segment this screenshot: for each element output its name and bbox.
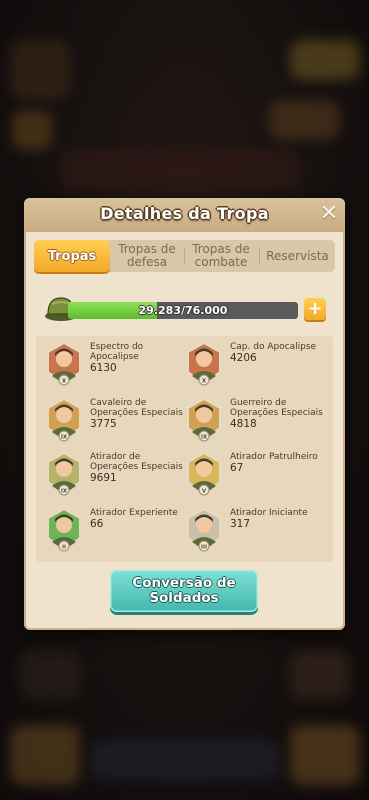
troop-name: Cavaleiro de Operações Especiais xyxy=(90,398,183,418)
troop-info: Atirador Patrulheiro 67 xyxy=(230,452,330,473)
tab-bar: Tropas Tropas de defesa Tropas de combat… xyxy=(34,240,335,272)
troop-info: Cavaleiro de Operações Especiais 3775 xyxy=(90,398,190,429)
rank-label: IX xyxy=(61,435,68,441)
sniper-portrait-icon: V xyxy=(187,452,221,496)
troop-item[interactable]: III Atirador Iniciante 317 xyxy=(186,508,334,564)
troop-info: Atirador de Operações Especiais 9691 xyxy=(90,452,190,483)
capacity-text: 29.283/76.000 xyxy=(138,304,228,317)
troop-name: Atirador Iniciante xyxy=(230,508,308,518)
soldier-portrait-icon: X xyxy=(47,342,81,386)
troop-name: Atirador Patrulheiro xyxy=(230,452,318,462)
troop-name: Atirador de Operações Especiais xyxy=(90,452,183,472)
sniper-portrait-icon: III xyxy=(187,508,221,552)
rank-label: III xyxy=(201,545,207,551)
troop-count: 317 xyxy=(230,518,251,530)
soldier-portrait-icon: IX xyxy=(187,398,221,442)
tab-tropas-de-defesa[interactable]: Tropas de defesa xyxy=(112,240,182,272)
modal-title: Detalhes da Tropa xyxy=(100,204,269,223)
soldier-portrait-icon: X xyxy=(187,342,221,386)
troop-name: Atirador Experiente xyxy=(90,508,178,518)
troop-count: 3775 xyxy=(90,418,117,430)
troop-name: Guerreiro de Operações Especiais xyxy=(230,398,323,418)
rank-label: V xyxy=(202,489,207,495)
troop-count: 6130 xyxy=(90,362,117,374)
rank-label: IX xyxy=(201,435,208,441)
troop-item[interactable]: IX Cavaleiro de Operações Especiais 3775 xyxy=(46,398,194,454)
add-capacity-button[interactable]: + xyxy=(304,298,326,320)
troop-count: 9691 xyxy=(90,472,117,484)
sniper-portrait-icon: IX xyxy=(47,452,81,496)
troop-info: Atirador Experiente 66 xyxy=(90,508,190,529)
troop-item[interactable]: V Atirador Patrulheiro 67 xyxy=(186,452,334,508)
troop-count: 4818 xyxy=(230,418,257,430)
rank-label: IX xyxy=(61,489,68,495)
troop-item[interactable]: X Espectro do Apocalipse 6130 xyxy=(46,342,194,398)
troop-name: Espectro do Apocalipse xyxy=(90,342,144,362)
troop-name: Cap. do Apocalipse xyxy=(230,342,317,352)
troop-details-modal: Detalhes da Tropa ✕ Tropas Tropas de def… xyxy=(24,198,345,630)
tab-tropas[interactable]: Tropas xyxy=(34,240,110,272)
troop-info: Guerreiro de Operações Especiais 4818 xyxy=(230,398,330,429)
troop-list: X Espectro do Apocalipse 6130 X Cap. do Apoc… xyxy=(36,336,333,562)
troop-info: Espectro do Apocalipse 6130 xyxy=(90,342,190,373)
tab-tropas-de-combate[interactable]: Tropas de combate xyxy=(185,240,257,272)
troop-count: 67 xyxy=(230,462,244,474)
tab-reservista[interactable]: Reservista xyxy=(260,240,335,272)
soldier-conversion-button[interactable]: Conversão de Soldados xyxy=(110,570,258,612)
troop-item[interactable]: X Cap. do Apocalipse 4206 xyxy=(186,342,334,398)
capacity-bar: 29.283/76.000 xyxy=(68,302,298,319)
troop-info: Atirador Iniciante 317 xyxy=(230,508,330,529)
sniper-portrait-icon: II xyxy=(47,508,81,552)
close-icon[interactable]: ✕ xyxy=(319,203,339,225)
troop-count: 66 xyxy=(90,518,104,530)
troop-item[interactable]: IX Guerreiro de Operações Especiais 4818 xyxy=(186,398,334,454)
soldier-portrait-icon: IX xyxy=(47,398,81,442)
troop-count: 4206 xyxy=(230,352,257,364)
troop-info: Cap. do Apocalipse 4206 xyxy=(230,342,330,363)
rank-label: II xyxy=(62,545,66,551)
troop-item[interactable]: II Atirador Experiente 66 xyxy=(46,508,194,564)
troop-item[interactable]: IX Atirador de Operações Especiais 9691 xyxy=(46,452,194,508)
